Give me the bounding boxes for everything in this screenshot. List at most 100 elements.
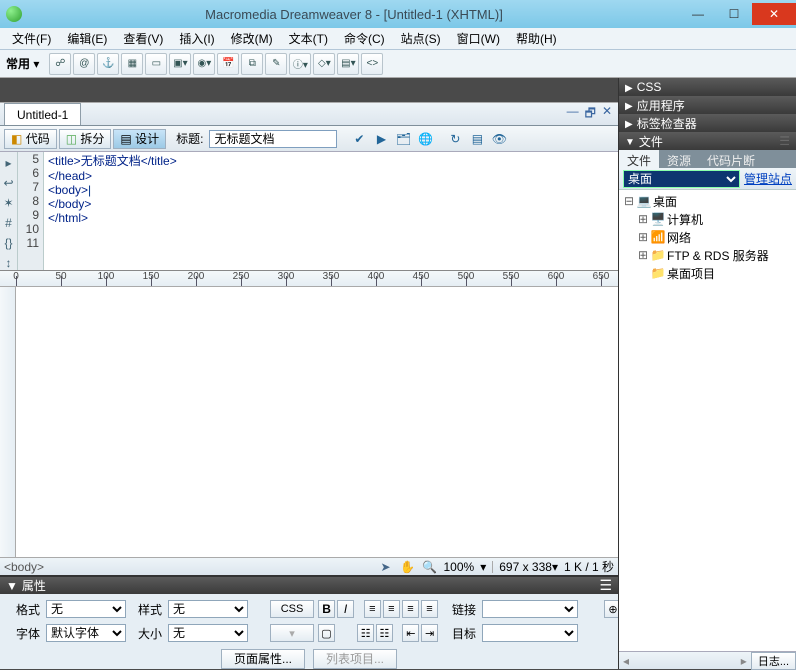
div-icon[interactable]: ▭ — [145, 53, 167, 75]
align-center-button[interactable]: ≡ — [383, 600, 400, 618]
no-browser-check-icon[interactable]: ✔ — [349, 129, 369, 149]
menu-modify[interactable]: 修改(M) — [223, 28, 281, 49]
named-anchor-icon[interactable]: ⚓ — [97, 53, 119, 75]
highlight-icon[interactable]: ✶ — [3, 196, 13, 210]
insert-category-dropdown[interactable]: 常用 ▾ — [6, 55, 39, 72]
tag-selector[interactable]: <body> — [4, 560, 44, 574]
scroll-right-icon[interactable]: ▸ — [737, 654, 751, 668]
menu-insert[interactable]: 插入(I) — [171, 28, 222, 49]
tag-panel-header[interactable]: 标签检查器 — [619, 114, 796, 132]
manage-sites-link[interactable]: 管理站点 — [744, 170, 792, 187]
link-select[interactable] — [482, 600, 578, 618]
head-icon[interactable]: ⓘ▾ — [289, 53, 311, 75]
list-item-button[interactable]: 列表项目... — [313, 649, 397, 669]
file-mgmt-icon[interactable]: 🗂 — [393, 129, 413, 149]
css-button[interactable]: CSS — [270, 600, 314, 618]
size-unit-select[interactable]: ▾ — [270, 624, 314, 642]
hand-tool-icon[interactable]: ✋ — [399, 560, 415, 574]
menu-text[interactable]: 文本(T) — [281, 28, 336, 49]
menu-file[interactable]: 文件(F) — [4, 28, 59, 49]
media-icon[interactable]: ◉▾ — [193, 53, 215, 75]
ul-button[interactable]: ☷ — [357, 624, 374, 642]
tree-node[interactable]: ⊞🖥️计算机 — [619, 210, 796, 228]
hyperlink-icon[interactable]: ☍ — [49, 53, 71, 75]
indent-button[interactable]: ⇥ — [421, 624, 438, 642]
comment-icon[interactable]: ✎ — [265, 53, 287, 75]
property-panel-header[interactable]: ▼属性 ☰ — [0, 577, 618, 594]
align-justify-button[interactable]: ≡ — [421, 600, 438, 618]
tree-node[interactable]: ⊞📁FTP & RDS 服务器 — [619, 246, 796, 264]
indent-icon[interactable]: {} — [4, 236, 12, 250]
minimize-button[interactable]: — — [680, 3, 716, 25]
doc-close-icon[interactable]: ✕ — [602, 104, 612, 125]
ol-button[interactable]: ☷ — [376, 624, 393, 642]
tree-node[interactable]: ⊞📶网络 — [619, 228, 796, 246]
file-tree[interactable]: ⊟💻桌面⊞🖥️计算机⊞📶网络⊞📁FTP & RDS 服务器📁桌面项目 — [619, 190, 796, 651]
server-icon[interactable]: ⧉ — [241, 53, 263, 75]
size-select[interactable]: 无 — [168, 624, 248, 642]
files-panel-menu-icon[interactable]: ☰ — [779, 134, 790, 148]
document-tab-untitled1[interactable]: Untitled-1 — [4, 103, 81, 125]
italic-button[interactable]: I — [337, 600, 354, 618]
text-color-button[interactable]: ▢ — [318, 624, 335, 642]
menu-command[interactable]: 命令(C) — [336, 28, 393, 49]
select-tool-icon[interactable]: ➤ — [377, 560, 393, 574]
log-button[interactable]: 日志... — [751, 652, 796, 670]
css-panel-header[interactable]: CSS — [619, 78, 796, 96]
tree-node[interactable]: ⊟💻桌面 — [619, 192, 796, 210]
design-view-button[interactable]: ▤ 设计 — [113, 129, 166, 149]
site-select[interactable]: 桌面 — [623, 170, 740, 188]
linenum-icon[interactable]: # — [5, 216, 12, 230]
menu-help[interactable]: 帮助(H) — [508, 28, 565, 49]
zoom-level[interactable]: 100% — [443, 560, 474, 574]
view-options-icon[interactable]: ▤ — [467, 129, 487, 149]
tree-node[interactable]: 📁桌面项目 — [619, 264, 796, 282]
code-content[interactable]: <title>无标题文档</title></head><body>|</body… — [44, 152, 618, 270]
design-pane[interactable] — [0, 287, 618, 557]
align-right-button[interactable]: ≡ — [402, 600, 419, 618]
wrap-icon[interactable]: ↩ — [3, 176, 13, 190]
split-view-button[interactable]: ◫ 拆分 — [59, 129, 112, 149]
tag-chooser-icon[interactable]: <> — [361, 53, 383, 75]
bold-button[interactable]: B — [318, 600, 335, 618]
code-view-button[interactable]: ◧ 代码 — [4, 129, 57, 149]
scroll-left-icon[interactable]: ◂ — [619, 654, 633, 668]
image-icon[interactable]: ▣▾ — [169, 53, 191, 75]
date-icon[interactable]: 📅 — [217, 53, 239, 75]
menu-view[interactable]: 查看(V) — [115, 28, 171, 49]
close-button[interactable]: ✕ — [752, 3, 796, 25]
templates-icon[interactable]: ▤▾ — [337, 53, 359, 75]
property-panel-menu-icon[interactable]: ☰ — [599, 577, 612, 594]
align-left-button[interactable]: ≡ — [364, 600, 381, 618]
design-canvas[interactable] — [16, 287, 618, 557]
page-properties-button[interactable]: 页面属性... — [221, 649, 305, 669]
style-select[interactable]: 无 — [168, 600, 248, 618]
menu-site[interactable]: 站点(S) — [393, 28, 449, 49]
menu-edit[interactable]: 编辑(E) — [59, 28, 115, 49]
preview-icon[interactable]: 🌐 — [415, 129, 435, 149]
window-size[interactable]: 697 x 338▾ — [499, 560, 558, 574]
outdent-icon[interactable]: ↕ — [6, 256, 12, 270]
code-pane[interactable]: ▸ ↩ ✶ # {} ↕ 567891011 <title>无标题文档</tit… — [0, 152, 618, 271]
table-icon[interactable]: ▦ — [121, 53, 143, 75]
document-title-input[interactable] — [209, 130, 337, 148]
target-select[interactable] — [482, 624, 578, 642]
email-link-icon[interactable]: @ — [73, 53, 95, 75]
validate-icon[interactable]: ▶ — [371, 129, 391, 149]
visual-aids-icon[interactable]: 👁 — [489, 129, 509, 149]
format-select[interactable]: 无 — [46, 600, 126, 618]
files-tab[interactable]: 文件 — [619, 150, 659, 168]
assets-tab[interactable]: 资源 — [659, 150, 699, 168]
outdent-button[interactable]: ⇤ — [402, 624, 419, 642]
font-select[interactable]: 默认字体 — [46, 624, 126, 642]
doc-restore-icon[interactable]: 🗗 — [585, 104, 596, 125]
app-panel-header[interactable]: 应用程序 — [619, 96, 796, 114]
zoom-tool-icon[interactable]: 🔍 — [421, 560, 437, 574]
refresh-icon[interactable]: ↻ — [445, 129, 465, 149]
collapse-icon[interactable]: ▸ — [5, 156, 11, 170]
maximize-button[interactable]: ☐ — [716, 3, 752, 25]
files-panel-header[interactable]: 文件☰ — [619, 132, 796, 150]
menu-window[interactable]: 窗口(W) — [449, 28, 508, 49]
script-icon[interactable]: ◇▾ — [313, 53, 335, 75]
snippets-tab[interactable]: 代码片断 — [699, 150, 763, 168]
